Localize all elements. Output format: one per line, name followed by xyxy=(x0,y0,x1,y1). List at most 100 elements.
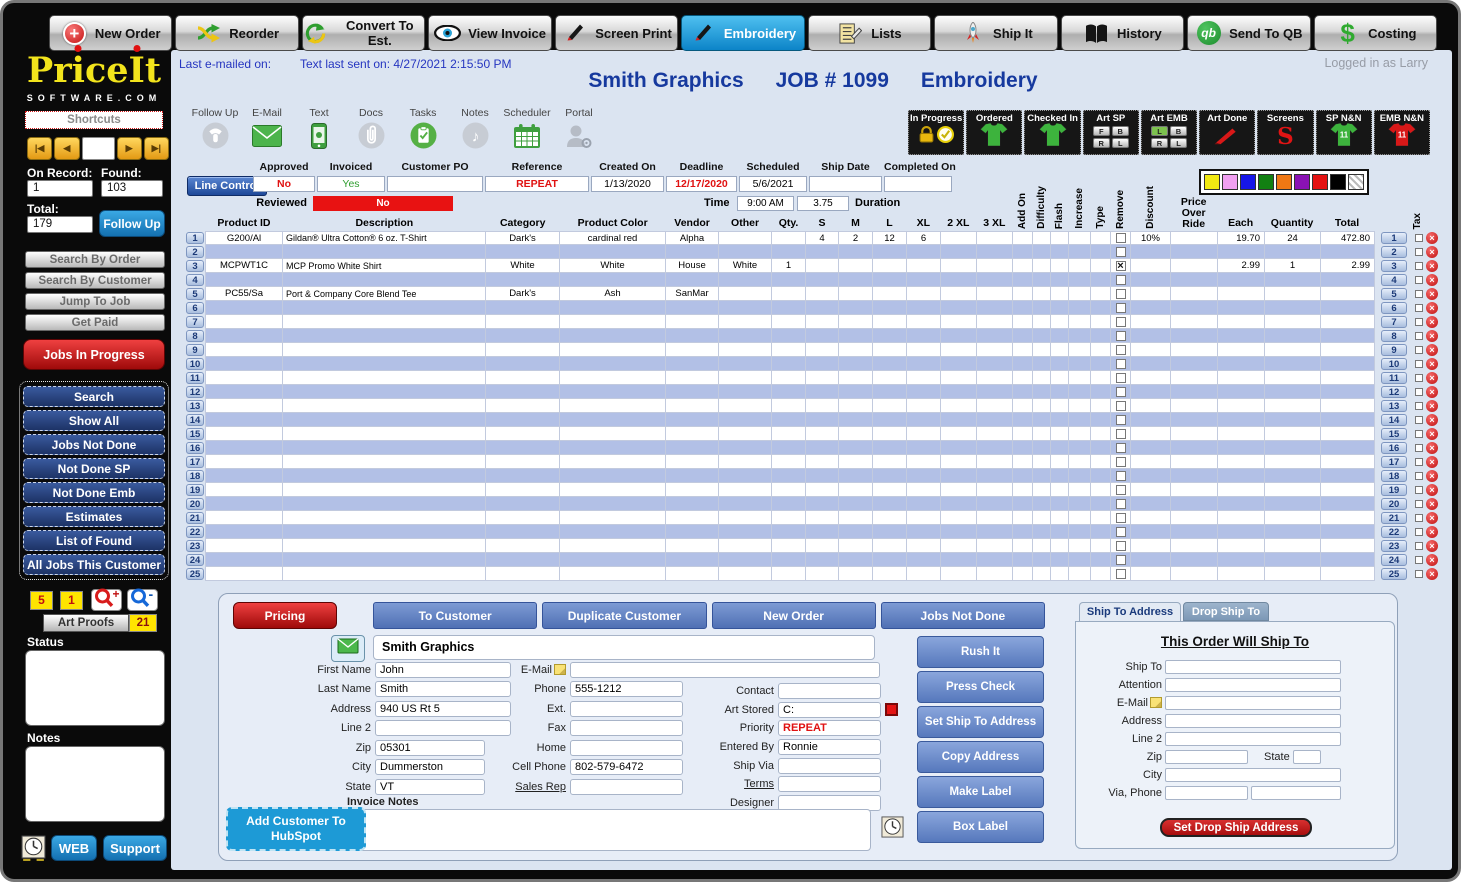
cell-flash[interactable] xyxy=(1051,329,1069,343)
cell-discount[interactable] xyxy=(1131,315,1171,329)
cell-difficulty[interactable] xyxy=(1033,287,1051,301)
cell-flash[interactable] xyxy=(1051,343,1069,357)
cell-description[interactable] xyxy=(283,315,486,329)
cell-product_color[interactable] xyxy=(560,273,666,287)
cell-description[interactable]: Gildan® Ultra Cotton® 6 oz. T-Shirt xyxy=(283,231,486,245)
cell-category[interactable] xyxy=(486,301,560,315)
cell-l[interactable] xyxy=(873,497,907,511)
cell-xxl[interactable] xyxy=(941,315,977,329)
first-record-button[interactable]: |◀ xyxy=(27,137,52,160)
delete-row-icon[interactable]: × xyxy=(1426,330,1438,342)
delete-row-icon[interactable]: × xyxy=(1426,554,1438,566)
cell-s[interactable] xyxy=(806,301,839,315)
cell-product_color[interactable] xyxy=(560,357,666,371)
cell-xxxl[interactable] xyxy=(977,315,1013,329)
cell-xl[interactable] xyxy=(907,469,941,483)
cell-description[interactable] xyxy=(283,371,486,385)
cell-xxxl[interactable] xyxy=(977,441,1013,455)
cell-increase[interactable] xyxy=(1069,469,1091,483)
cell-m[interactable]: 2 xyxy=(839,231,873,245)
toolbar-button[interactable]: Ship It xyxy=(934,15,1057,51)
cell-quantity[interactable] xyxy=(1265,371,1321,385)
cell-type[interactable] xyxy=(1091,441,1111,455)
cell-product_color[interactable] xyxy=(560,385,666,399)
cell-add_on[interactable] xyxy=(1013,371,1033,385)
row-number[interactable]: 5 xyxy=(1381,288,1407,300)
cell-l[interactable] xyxy=(873,343,907,357)
cell-description[interactable] xyxy=(283,567,486,581)
next-record-button[interactable]: ▶ xyxy=(117,137,142,160)
cell-add_on[interactable] xyxy=(1013,231,1033,245)
cell-discount[interactable] xyxy=(1131,511,1171,525)
cell-increase[interactable] xyxy=(1069,343,1091,357)
cell-difficulty[interactable] xyxy=(1033,525,1051,539)
tax-checkbox[interactable] xyxy=(1415,360,1423,368)
cell-qty[interactable] xyxy=(772,329,806,343)
cell-increase[interactable] xyxy=(1069,539,1091,553)
cell-category[interactable] xyxy=(486,273,560,287)
cell-discount[interactable] xyxy=(1131,539,1171,553)
cell-category[interactable] xyxy=(486,343,560,357)
toolbar-button[interactable]: Lists xyxy=(808,15,931,51)
cell-discount[interactable] xyxy=(1131,567,1171,581)
cell-category[interactable] xyxy=(486,567,560,581)
cell-total[interactable] xyxy=(1321,539,1375,553)
row-number[interactable]: 13 xyxy=(186,400,204,412)
cell-quantity[interactable] xyxy=(1265,357,1321,371)
cell-l[interactable] xyxy=(873,245,907,259)
cell-xl[interactable] xyxy=(907,343,941,357)
type-remove-checkbox[interactable] xyxy=(1116,485,1126,495)
cell-total[interactable] xyxy=(1321,287,1375,301)
cell-each[interactable] xyxy=(1218,455,1265,469)
cell-type[interactable] xyxy=(1091,273,1111,287)
cell-price_override[interactable] xyxy=(1171,483,1218,497)
cell-other[interactable] xyxy=(719,553,772,567)
cell-increase[interactable] xyxy=(1069,455,1091,469)
cell-description[interactable] xyxy=(283,301,486,315)
cell-price_override[interactable] xyxy=(1171,287,1218,301)
type-remove-checkbox[interactable] xyxy=(1116,499,1126,509)
tax-checkbox[interactable] xyxy=(1415,234,1423,242)
cell-s[interactable] xyxy=(806,497,839,511)
cell-description[interactable] xyxy=(283,357,486,371)
customer-tab-button[interactable]: To Customer xyxy=(373,602,537,629)
status-button-art-done[interactable]: Art Done xyxy=(1199,110,1255,155)
cell-difficulty[interactable] xyxy=(1033,441,1051,455)
ship-city-input[interactable] xyxy=(1165,768,1341,782)
cell-difficulty[interactable] xyxy=(1033,413,1051,427)
shipping-action-button[interactable]: Set Ship To Address xyxy=(917,706,1044,738)
cell-difficulty[interactable] xyxy=(1033,553,1051,567)
cell-other[interactable] xyxy=(719,525,772,539)
cell-category[interactable] xyxy=(486,539,560,553)
type-remove-checkbox[interactable] xyxy=(1116,401,1126,411)
delete-row-icon[interactable]: × xyxy=(1426,288,1438,300)
cell-s[interactable] xyxy=(806,371,839,385)
invoice-notes-input[interactable] xyxy=(349,809,871,851)
art-proofs-button[interactable]: Art Proofs xyxy=(43,614,129,632)
cell-total[interactable] xyxy=(1321,315,1375,329)
cell-qty[interactable] xyxy=(772,315,806,329)
ship-address-input[interactable] xyxy=(1165,714,1341,728)
row-number[interactable]: 20 xyxy=(186,498,204,510)
row-number[interactable]: 4 xyxy=(1381,274,1407,286)
cell-description[interactable] xyxy=(283,441,486,455)
cell-m[interactable] xyxy=(839,259,873,273)
cell-product_color[interactable] xyxy=(560,371,666,385)
cell-m[interactable] xyxy=(839,371,873,385)
row-number[interactable]: 11 xyxy=(186,372,204,384)
cell-each[interactable] xyxy=(1218,371,1265,385)
cell-other[interactable] xyxy=(719,511,772,525)
form-input[interactable]: REPEAT xyxy=(778,720,881,736)
cell-qty[interactable]: 1 xyxy=(772,259,806,273)
cell-description[interactable] xyxy=(283,427,486,441)
cell-product_color[interactable] xyxy=(560,427,666,441)
cell-increase[interactable] xyxy=(1069,357,1091,371)
delete-row-icon[interactable]: × xyxy=(1426,456,1438,468)
ship-zip-input[interactable] xyxy=(1165,750,1248,764)
cell-quantity[interactable] xyxy=(1265,329,1321,343)
cell-flash[interactable] xyxy=(1051,231,1069,245)
row-number[interactable]: 18 xyxy=(1381,470,1407,482)
cell-xxl[interactable] xyxy=(941,427,977,441)
row-number[interactable]: 1 xyxy=(1381,232,1407,244)
cell-xl[interactable] xyxy=(907,525,941,539)
